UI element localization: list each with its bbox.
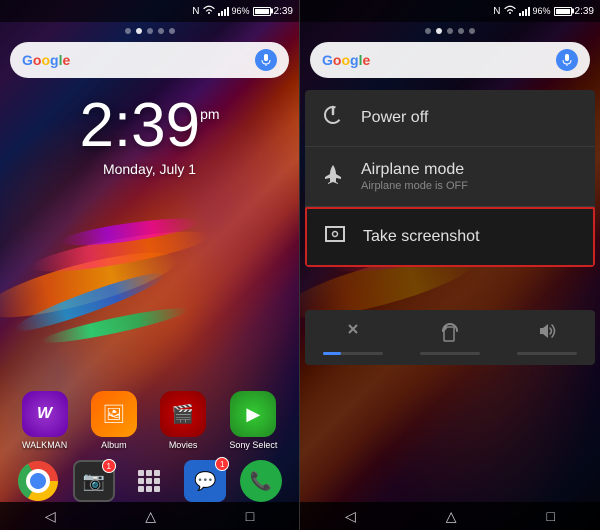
walkman-app[interactable]: W WALKMAN: [22, 391, 68, 450]
status-icons: N 96% 2:39: [192, 5, 293, 18]
right-battery-percent: 96%: [533, 6, 551, 16]
right-dot-3: [447, 28, 453, 34]
page-dots: [0, 28, 299, 34]
time-display: 2:39: [79, 91, 200, 160]
right-back-button[interactable]: ◁: [345, 508, 356, 525]
clock-section: 2:39pm Monday, July 1: [0, 95, 299, 177]
airplane-mode-title: Airplane mode: [361, 161, 579, 179]
power-menu: Power off Airplane mode Airplane mode is…: [305, 90, 595, 267]
back-button[interactable]: ◁: [45, 508, 56, 525]
right-phone: N 96% 2:39: [300, 0, 600, 530]
right-google-logo: Google: [322, 52, 370, 68]
right-page-dots: [300, 28, 600, 34]
phone-container: N 96% 2:39: [0, 0, 600, 530]
power-off-icon: [321, 104, 345, 132]
right-recent-button[interactable]: □: [547, 508, 555, 524]
walkman-label: WALKMAN: [22, 440, 67, 450]
take-screenshot-item[interactable]: Take screenshot: [305, 207, 595, 267]
bluetooth-icon: [342, 320, 364, 348]
right-dot-1: [425, 28, 431, 34]
dot-5: [169, 28, 175, 34]
right-dot-5: [469, 28, 475, 34]
airplane-mode-text: Airplane mode Airplane mode is OFF: [361, 161, 579, 192]
rotate-icon: [439, 320, 461, 348]
screenshot-title: Take screenshot: [363, 228, 577, 246]
phone-icon: 📞: [250, 471, 272, 492]
sony-label: Sony Select: [229, 440, 277, 450]
right-dot-2: [436, 28, 442, 34]
nfc-icon: N: [192, 6, 199, 17]
camera-icon: 📷: [82, 471, 104, 492]
wifi-icon: [203, 5, 215, 18]
right-dot-4: [458, 28, 464, 34]
right-battery-icon: [554, 7, 572, 16]
signal-bars: [218, 6, 229, 16]
album-icon: 🖼: [91, 391, 137, 437]
camera-badge: 1: [102, 459, 116, 473]
right-mic-button[interactable]: [556, 49, 578, 71]
album-label: Album: [101, 440, 127, 450]
volume-setting[interactable]: [517, 320, 577, 355]
grid-dots: [134, 466, 164, 496]
clock-date: Monday, July 1: [0, 161, 299, 177]
right-signal-bars: [519, 6, 530, 16]
album-app[interactable]: 🖼 Album: [91, 391, 137, 450]
dot-3: [147, 28, 153, 34]
camera-dock-icon[interactable]: 📷 1: [73, 460, 115, 502]
rotate-bar: [420, 352, 480, 355]
am-pm-display: pm: [200, 107, 219, 121]
left-nav-bar: ◁ △ □: [0, 502, 299, 530]
volume-icon: [536, 320, 558, 348]
messages-badge: 1: [215, 457, 229, 471]
airplane-mode-item[interactable]: Airplane mode Airplane mode is OFF: [305, 147, 595, 207]
right-status-icons: N 96% 2:39: [493, 5, 594, 18]
right-wifi-icon: [504, 5, 516, 18]
power-off-text: Power off: [361, 109, 579, 127]
battery-icon: [253, 7, 271, 16]
clock-time: 2:39pm: [0, 95, 299, 157]
right-status-bar: N 96% 2:39: [300, 0, 600, 22]
power-off-item[interactable]: Power off: [305, 90, 595, 147]
left-phone: N 96% 2:39: [0, 0, 300, 530]
bluetooth-bar: [323, 352, 383, 355]
recent-button[interactable]: □: [246, 508, 254, 524]
airplane-icon: [321, 163, 345, 191]
screenshot-text: Take screenshot: [363, 228, 577, 246]
power-off-title: Power off: [361, 109, 579, 127]
rotate-setting[interactable]: [420, 320, 480, 355]
left-search-bar[interactable]: Google: [10, 42, 289, 78]
google-logo: Google: [22, 52, 70, 68]
chrome-dock-icon[interactable]: [17, 460, 59, 502]
messages-icon: 💬: [194, 471, 216, 492]
screenshot-icon: [323, 223, 347, 251]
dot-4: [158, 28, 164, 34]
bottom-dock: 📷 1 💬 1 📞: [0, 460, 299, 502]
dot-2: [136, 28, 142, 34]
quick-settings: [305, 310, 595, 365]
sony-select-app[interactable]: ▶ Sony Select: [229, 391, 277, 450]
bluetooth-setting[interactable]: [323, 320, 383, 355]
volume-bar: [517, 352, 577, 355]
right-clock-status: 2:39: [575, 6, 594, 17]
movies-app[interactable]: 🎬 Movies: [160, 391, 206, 450]
movies-label: Movies: [169, 440, 198, 450]
right-search-bar[interactable]: Google: [310, 42, 590, 78]
movies-icon: 🎬: [160, 391, 206, 437]
walkman-icon: W: [22, 391, 68, 437]
sony-icon: ▶: [230, 391, 276, 437]
mic-button[interactable]: [255, 49, 277, 71]
right-nfc-icon: N: [493, 6, 500, 17]
home-button[interactable]: △: [145, 508, 156, 525]
apps-grid-icon[interactable]: [128, 460, 170, 502]
clock-status: 2:39: [274, 6, 293, 17]
right-home-button[interactable]: △: [446, 508, 457, 525]
phone-dock-icon[interactable]: 📞: [240, 460, 282, 502]
right-nav-bar: ◁ △ □: [300, 502, 600, 530]
left-status-bar: N 96% 2:39: [0, 0, 299, 22]
battery-percent: 96%: [232, 6, 250, 16]
messages-dock-icon[interactable]: 💬 1: [184, 460, 226, 502]
airplane-mode-subtitle: Airplane mode is OFF: [361, 180, 579, 192]
dot-1: [125, 28, 131, 34]
app-icons-row: W WALKMAN 🖼 Album 🎬 Movies ▶ So: [0, 391, 299, 450]
